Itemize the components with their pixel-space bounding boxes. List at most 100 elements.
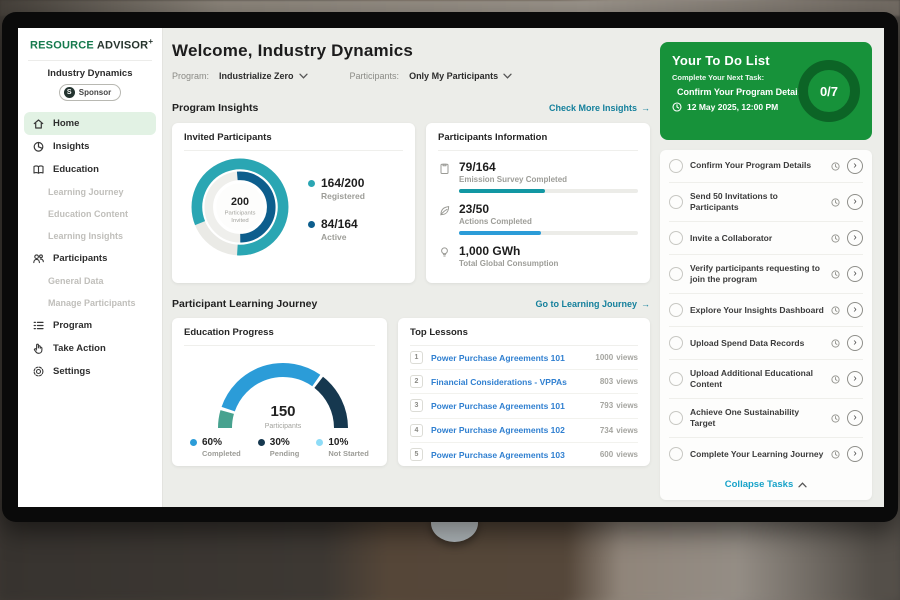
go-to-learning-journey-link[interactable]: Go to Learning Journey → [535, 299, 650, 309]
leaf-icon [438, 204, 451, 217]
org-name: Industry Dynamics [18, 68, 162, 79]
task-row-achieve-sustainability-target[interactable]: Achieve One Sustainability Target › [669, 399, 863, 438]
task-open-chevron[interactable]: › [847, 302, 863, 318]
education-progress-card: Education Progress 150 Participants 60% … [172, 318, 387, 466]
task-open-chevron[interactable]: › [847, 446, 863, 462]
participants-information-card: Participants Information 79/164 Emission… [426, 123, 650, 283]
invited-participants-donut-chart: 200 Participants Invited [184, 151, 296, 263]
program-icon [32, 319, 45, 332]
settings-icon [32, 365, 45, 378]
task-open-chevron[interactable]: › [847, 335, 863, 351]
home-icon [32, 117, 45, 130]
todo-progress-ring: 0/7 [798, 60, 860, 122]
lesson-rank: 3 [410, 399, 423, 412]
stat-actions-completed: 23/50 Actions Completed [438, 202, 638, 235]
logo-primary: RESOURCE [30, 40, 94, 52]
sidebar-item-learning-insights[interactable]: Learning Insights [24, 225, 156, 247]
participants-value: Only My Participants [409, 71, 498, 81]
chevron-down-icon [503, 73, 512, 79]
sidebar-item-insights[interactable]: Insights [24, 135, 156, 158]
clock-icon [831, 414, 840, 423]
education-icon [32, 163, 45, 176]
todo-next-task: Confirm Your Program Details [677, 87, 805, 97]
todo-subtitle: Complete Your Next Task: [672, 73, 792, 82]
logo-plus: + [148, 37, 153, 46]
chevron-down-icon [299, 73, 308, 79]
sidebar-item-settings[interactable]: Settings [24, 360, 156, 383]
participants-select[interactable]: Participants: Only My Participants [350, 71, 513, 81]
lesson-link[interactable]: Power Purchase Agreements 101 [431, 401, 592, 411]
task-row-invite-collaborator[interactable]: Invite a Collaborator › [669, 222, 863, 255]
task-row-send-invitations[interactable]: Send 50 Invitations to Participants › [669, 183, 863, 222]
sidebar-item-take-action[interactable]: Take Action [24, 337, 156, 360]
donut-center-label-1: Participants [225, 211, 256, 217]
section-title-program-insights: Program Insights [172, 102, 258, 114]
task-row-explore-insights[interactable]: Explore Your Insights Dashboard › [669, 294, 863, 327]
task-open-chevron[interactable]: › [847, 410, 863, 426]
lesson-link[interactable]: Power Purchase Agreements 102 [431, 425, 592, 435]
lesson-rank: 2 [410, 375, 423, 388]
task-open-chevron[interactable]: › [847, 158, 863, 174]
program-value: Industrialize Zero [219, 71, 294, 81]
card-title: Education Progress [184, 327, 375, 346]
task-open-chevron[interactable]: › [847, 266, 863, 282]
sidebar-item-general-data[interactable]: General Data [24, 270, 156, 292]
card-title: Invited Participants [184, 132, 403, 151]
lesson-row: 1 Power Purchase Agreements 101 1000view… [410, 346, 638, 370]
task-checkbox[interactable] [669, 411, 683, 425]
sponsor-badge[interactable]: S Sponsor [59, 84, 121, 101]
card-title: Top Lessons [410, 327, 638, 346]
legend-registered: 164/200 Registered [308, 176, 365, 201]
card-title: Participants Information [438, 132, 638, 151]
task-checkbox[interactable] [669, 159, 683, 173]
task-checkbox[interactable] [669, 267, 683, 281]
todo-panel: Your To Do List Complete Your Next Task:… [660, 28, 884, 507]
lesson-link[interactable]: Financial Considerations - VPPAs [431, 377, 592, 387]
emission-progress-bar [459, 189, 545, 193]
logo-secondary: ADVISOR [97, 40, 149, 52]
sidebar-item-home[interactable]: Home [24, 112, 156, 135]
donut-center-value: 200 [231, 196, 249, 208]
filter-bar: Program: Industrialize Zero Participants… [172, 71, 650, 81]
sidebar-item-education[interactable]: Education [24, 158, 156, 181]
task-open-chevron[interactable]: › [847, 230, 863, 246]
education-progress-gauge-chart: 150 Participants [205, 348, 355, 436]
lesson-link[interactable]: Power Purchase Agreements 103 [431, 450, 592, 460]
sidebar-item-learning-journey[interactable]: Learning Journey [24, 181, 156, 203]
gauge-center-value: 150 [270, 403, 295, 420]
task-checkbox[interactable] [669, 447, 683, 461]
collapse-tasks-link[interactable]: Collapse Tasks [669, 470, 863, 500]
sidebar-menu: Home Insights Education Learning Journey… [18, 112, 162, 383]
participants-label: Participants: [350, 71, 400, 81]
lesson-row: 2 Financial Considerations - VPPAs 803vi… [410, 370, 638, 394]
task-checkbox[interactable] [669, 303, 683, 317]
sidebar-item-program[interactable]: Program [24, 314, 156, 337]
task-row-verify-participants[interactable]: Verify participants requesting to join t… [669, 255, 863, 294]
task-row-upload-spend-data[interactable]: Upload Spend Data Records › [669, 327, 863, 360]
lesson-link[interactable]: Power Purchase Agreements 101 [431, 353, 587, 363]
top-lessons-card: Top Lessons 1 Power Purchase Agreements … [398, 318, 650, 466]
sidebar-item-education-content[interactable]: Education Content [24, 203, 156, 225]
sponsor-label: Sponsor [79, 88, 111, 97]
chevron-up-icon [798, 482, 807, 488]
lesson-rank: 4 [410, 424, 423, 437]
task-open-chevron[interactable]: › [847, 194, 863, 210]
task-row-upload-educational-content[interactable]: Upload Additional Educational Content › [669, 360, 863, 399]
section-title-learning-journey: Participant Learning Journey [172, 298, 317, 310]
clock-icon [831, 306, 840, 315]
task-checkbox[interactable] [669, 195, 683, 209]
sidebar-item-manage-participants[interactable]: Manage Participants [24, 292, 156, 314]
divider [28, 60, 152, 61]
clock-icon [831, 198, 840, 207]
task-checkbox[interactable] [669, 336, 683, 350]
lesson-row: 4 Power Purchase Agreements 102 734views [410, 419, 638, 443]
program-label: Program: [172, 71, 209, 81]
sidebar-item-participants[interactable]: Participants [24, 247, 156, 270]
task-checkbox[interactable] [669, 372, 683, 386]
task-row-confirm-program[interactable]: Confirm Your Program Details › [669, 150, 863, 183]
task-checkbox[interactable] [669, 231, 683, 245]
task-open-chevron[interactable]: › [847, 371, 863, 387]
check-more-insights-link[interactable]: Check More Insights → [549, 103, 650, 113]
program-select[interactable]: Program: Industrialize Zero [172, 71, 308, 81]
task-row-complete-learning-journey[interactable]: Complete Your Learning Journey › [669, 438, 863, 470]
